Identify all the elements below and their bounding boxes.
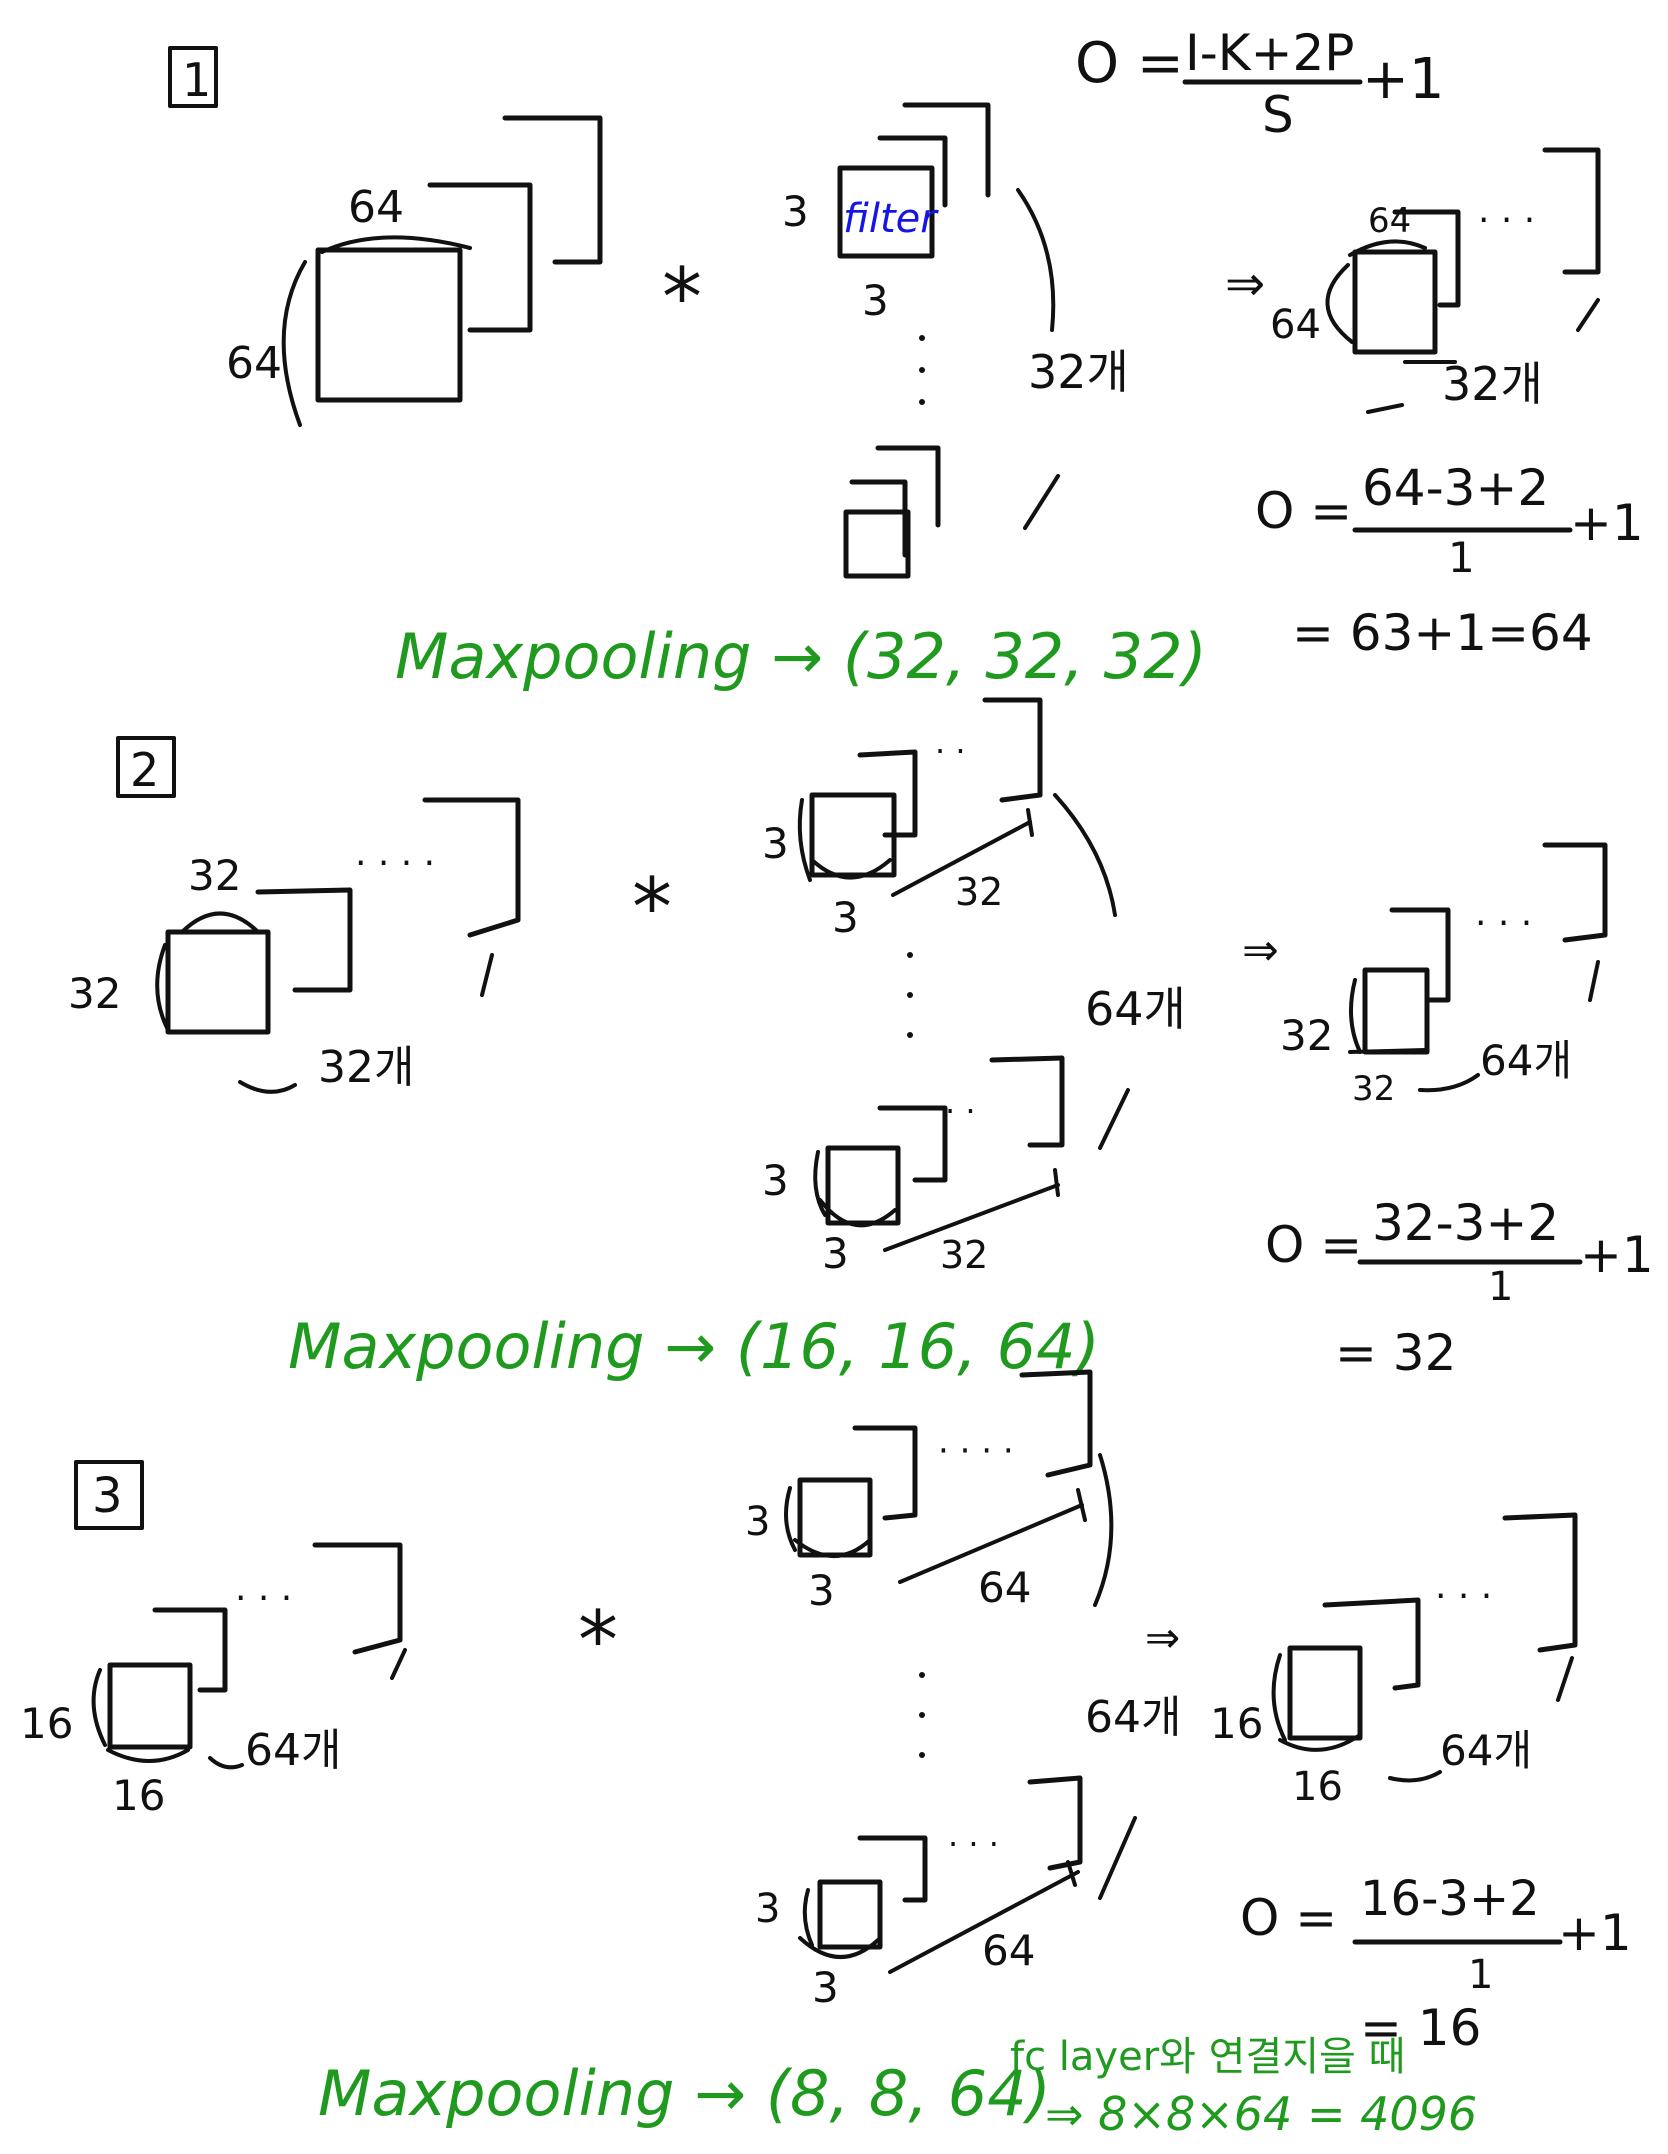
filter-width-3a: 3 xyxy=(808,1566,835,1615)
input-width-2: 32 xyxy=(188,851,241,900)
formula-denominator: S xyxy=(1262,86,1294,144)
filter-width-1: 3 xyxy=(862,276,889,325)
conv-operator-3: * xyxy=(578,1594,618,1687)
maxpool-1: Maxpooling → (32, 32, 32) xyxy=(395,620,1207,693)
output-count-2: 64개 xyxy=(1480,1036,1572,1085)
svg-text:O =: O = xyxy=(1255,482,1352,540)
svg-text:1: 1 xyxy=(1468,1952,1493,1998)
filter-count-3: 64개 xyxy=(1085,1692,1181,1743)
filter-stack-1 xyxy=(837,102,1060,579)
filter-width-2a: 3 xyxy=(832,893,859,942)
svg-text:32-3+2: 32-3+2 xyxy=(1372,1194,1559,1252)
svg-text:· · · ·: · · · · xyxy=(938,1431,1014,1471)
calc-1: O = 64-3+2 1 +1 = 63+1=64 xyxy=(1255,459,1644,662)
input-height-3: 16 xyxy=(20,1699,73,1748)
filter-stack-3: · · · · · · · xyxy=(784,1369,1137,1974)
input-front-square-1 xyxy=(315,247,463,403)
svg-text:O =: O = xyxy=(1240,1889,1337,1947)
filter-height-3b: 3 xyxy=(755,1886,780,1932)
formula-numerator: I-K+2P xyxy=(1185,24,1354,82)
output-count-3: 64개 xyxy=(1440,1726,1532,1775)
svg-text:· · ·: · · · xyxy=(948,1825,999,1863)
section-3-number: 3 xyxy=(92,1468,123,1524)
fc-note-line1: fc layer와 연결지을 때 xyxy=(1010,2034,1405,2080)
maxpool-2: Maxpooling → (16, 16, 64) xyxy=(288,1310,1100,1383)
input-height-2: 32 xyxy=(68,969,121,1018)
calc-2: O = 32-3+2 1 +1 = 32 xyxy=(1265,1194,1654,1382)
filter-width-3b: 3 xyxy=(812,1963,839,2012)
svg-text:O =: O = xyxy=(1075,31,1184,96)
maxpool-3: Maxpooling → (8, 8, 64) xyxy=(318,2057,1051,2130)
svg-text:· · ·: · · · xyxy=(1475,903,1532,944)
calc-3: O = 16-3+2 1 +1 = 16 xyxy=(1240,1871,1632,2057)
output-width-3: 16 xyxy=(1292,1764,1343,1810)
arrow-2: ⇒ xyxy=(1242,925,1279,976)
filter-depth-2b: 32 xyxy=(940,1233,988,1277)
input-height-1: 64 xyxy=(226,338,282,389)
output-height-1: 64 xyxy=(1270,302,1321,348)
svg-text:= 63+1=64: = 63+1=64 xyxy=(1292,604,1593,662)
input-width-1: 64 xyxy=(348,182,404,233)
svg-text:· ·: · · xyxy=(945,1092,976,1130)
filter-count-2: 64개 xyxy=(1085,982,1186,1036)
filter-height-3a: 3 xyxy=(745,1499,770,1545)
input-count-2: 32개 xyxy=(318,1042,414,1093)
input-volume-1 xyxy=(281,115,603,427)
svg-text:64-3+2: 64-3+2 xyxy=(1362,459,1549,517)
svg-text:+1: +1 xyxy=(1558,1904,1632,1962)
svg-text:1: 1 xyxy=(1488,1264,1513,1310)
output-width-1: 64 xyxy=(1368,201,1411,241)
svg-text:+1: +1 xyxy=(1580,1226,1654,1284)
filter-width-2b: 3 xyxy=(822,1229,849,1278)
svg-text:+1: +1 xyxy=(1570,494,1644,552)
section-2: 2 · · · · 32 32 32개 * · · · · 3 3 32 3 3… xyxy=(68,697,1654,1383)
formula-general: O = I-K+2P S +1 xyxy=(1075,24,1445,144)
filter-depth-3a: 64 xyxy=(978,1563,1031,1612)
output-width-2: 32 xyxy=(1352,1069,1395,1109)
filter-stack-2: · · · · xyxy=(797,697,1130,1252)
section-1: 1 64 64 * 3 3 filter 32개 ⇒ · · · 64 64 3… xyxy=(168,24,1644,693)
output-height-2: 32 xyxy=(1280,1011,1333,1060)
filter-depth-2a: 32 xyxy=(955,870,1003,914)
filter-count-1: 32개 xyxy=(1028,345,1129,399)
filter-label: filter xyxy=(843,196,939,242)
arrow-3: ⇒ xyxy=(1145,1613,1180,1662)
section-1-number: 1 xyxy=(182,53,211,107)
output-count-1: 32개 xyxy=(1442,357,1543,411)
svg-text:O =: O = xyxy=(1265,1216,1362,1274)
conv-operator-2: * xyxy=(632,861,672,954)
filter-depth-3b: 64 xyxy=(982,1926,1035,1975)
svg-text:16-3+2: 16-3+2 xyxy=(1360,1871,1540,1927)
svg-text:· · ·: · · · xyxy=(1478,200,1535,241)
conv-operator-1: * xyxy=(662,251,702,344)
svg-text:+1: +1 xyxy=(1362,47,1445,112)
filter-height-1: 3 xyxy=(782,187,809,236)
diagram-canvas: 1 64 64 * 3 3 filter 32개 ⇒ · · · 64 64 3… xyxy=(20,24,1654,2141)
section-2-number: 2 xyxy=(130,743,159,797)
svg-text:· · ·: · · · xyxy=(235,1578,292,1619)
fc-note-line2: ⇒ 8×8×64 = 4096 xyxy=(1045,2087,1477,2141)
input-width-3: 16 xyxy=(112,1771,165,1820)
arrow-1: ⇒ xyxy=(1225,256,1265,312)
svg-text:1: 1 xyxy=(1448,533,1475,582)
svg-text:· ·: · · xyxy=(935,732,966,770)
svg-text:= 32: = 32 xyxy=(1335,1324,1456,1382)
output-height-3: 16 xyxy=(1210,1699,1263,1748)
filter-height-2a: 3 xyxy=(762,819,789,868)
input-count-3: 64개 xyxy=(245,1725,341,1776)
svg-text:· · · ·: · · · · xyxy=(355,843,435,884)
svg-text:· · ·: · · · xyxy=(1435,1576,1492,1617)
filter-height-2b: 3 xyxy=(762,1156,789,1205)
section-3: 3 · · · 16 16 64개 * · · · · · · · 3 3 64… xyxy=(20,1369,1632,2141)
